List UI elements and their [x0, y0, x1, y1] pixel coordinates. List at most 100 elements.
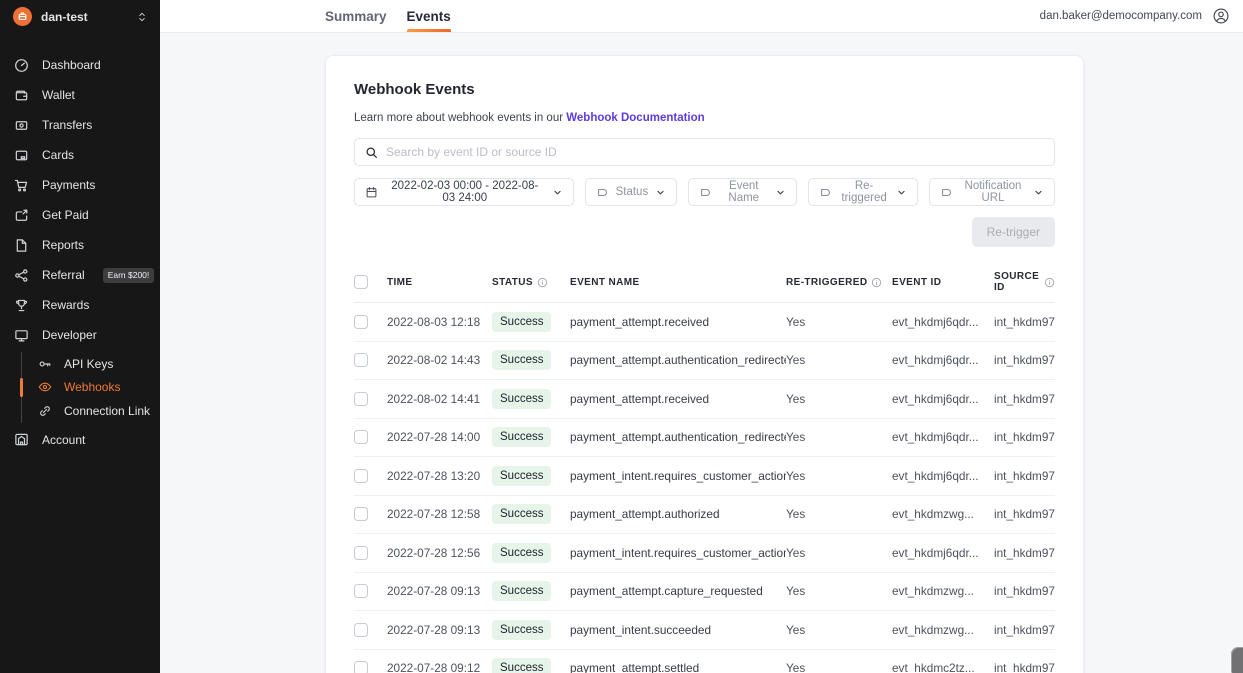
sidebar-item-reports[interactable]: Reports: [0, 230, 160, 260]
table-row[interactable]: 2022-07-28 12:58 Success payment_attempt…: [354, 496, 1055, 534]
row-checkbox[interactable]: [354, 430, 368, 445]
sidebar-item-cards[interactable]: Cards: [0, 140, 160, 170]
page-title: Webhook Events: [354, 81, 475, 98]
row-checkbox[interactable]: [354, 468, 368, 483]
cell-time: 2022-08-02 14:43: [387, 353, 481, 368]
row-checkbox[interactable]: [354, 622, 368, 637]
column-label: TIME: [387, 276, 413, 288]
org-avatar: [13, 7, 32, 26]
filter-notification-url[interactable]: Notification URL: [928, 178, 1056, 206]
sidebar-item-rewards[interactable]: Rewards: [0, 290, 160, 320]
sidebar-item-label: Rewards: [42, 298, 90, 312]
table-row[interactable]: 2022-07-28 09:13 Success payment_intent.…: [354, 611, 1055, 650]
filter-label: Notification URL: [964, 180, 1022, 204]
filter-re-triggered[interactable]: Re-triggered: [808, 178, 918, 206]
user-icon[interactable]: [1212, 7, 1230, 25]
table-row[interactable]: 2022-08-02 14:41 Success payment_attempt…: [354, 380, 1055, 419]
sidebar-item-get-paid[interactable]: Get Paid: [0, 200, 160, 230]
search-input[interactable]: [386, 145, 1044, 159]
table-row[interactable]: 2022-07-28 12:56 Success payment_intent.…: [354, 534, 1055, 573]
sidebar-item-account[interactable]: Account: [0, 425, 160, 455]
sidebar-item-referral[interactable]: Referral Earn $200!: [0, 260, 160, 290]
column-header-event-id[interactable]: EVENT ID: [892, 277, 994, 288]
tab-events[interactable]: Events: [406, 0, 452, 32]
sidebar-subitem-webhooks[interactable]: Webhooks: [20, 376, 160, 400]
table-header: TIME STATUS EVENT NAME RE-TRIGGERED EVEN…: [354, 262, 1055, 303]
filter-status[interactable]: Status: [584, 178, 678, 206]
tab-summary[interactable]: Summary: [325, 0, 387, 32]
filter-event-name[interactable]: Event Name: [688, 178, 798, 206]
table-row[interactable]: 2022-07-28 13:20 Success payment_intent.…: [354, 457, 1055, 496]
eye-icon: [38, 380, 54, 394]
cell-status: Success: [492, 504, 570, 525]
row-checkbox[interactable]: [354, 584, 368, 599]
sidebar-item-label: Wallet: [42, 88, 75, 102]
column-label: EVENT ID: [892, 276, 942, 288]
info-icon[interactable]: [871, 277, 882, 288]
cell-event-name: payment_attempt.authentication_redirecte…: [570, 353, 786, 368]
cell-time: 2022-07-28 09:13: [387, 622, 481, 637]
sidebar-subitem-connection-link[interactable]: Connection Link: [22, 399, 160, 423]
reports-icon: [14, 238, 30, 253]
header-checkbox-cell: [354, 275, 387, 289]
cell-source-id: int_hkdm97cm...: [994, 468, 1055, 483]
chat-widget-button[interactable]: [1231, 647, 1243, 673]
cell-time: 2022-08-03 12:18: [387, 314, 481, 329]
table-row[interactable]: 2022-07-28 14:00 Success payment_attempt…: [354, 419, 1055, 457]
row-checkbox[interactable]: [354, 314, 368, 329]
cell-source-id: int_hkdm97cm...: [994, 584, 1055, 599]
cell-event-id: evt_hkdmzwg...: [892, 507, 974, 522]
main-area: Summary Events dan.baker@democompany.com …: [160, 0, 1243, 673]
select-all-checkbox[interactable]: [354, 275, 368, 289]
filter-date-range[interactable]: 2022-02-03 00:00 - 2022-08-03 24:00: [354, 178, 574, 206]
column-header-re-triggered[interactable]: RE-TRIGGERED: [786, 277, 892, 288]
info-icon[interactable]: [537, 277, 548, 288]
cell-time: 2022-07-28 14:00: [387, 430, 481, 445]
sidebar-item-wallet[interactable]: Wallet: [0, 80, 160, 110]
sidebar-subitem-api-keys[interactable]: API Keys: [22, 352, 160, 376]
cell-time: 2022-07-28 13:20: [387, 468, 481, 483]
sidebar-item-transfers[interactable]: Transfers: [0, 110, 160, 140]
row-checkbox-cell: [354, 391, 387, 406]
column-header-event-name[interactable]: EVENT NAME: [570, 277, 786, 288]
webhook-events-card: Webhook Events Learn more about webhook …: [325, 55, 1084, 673]
cell-source-id: int_hkdm97cm...: [994, 661, 1055, 673]
re-trigger-button[interactable]: Re-trigger: [971, 217, 1055, 247]
cell-re-triggered: Yes: [786, 314, 806, 329]
tag-icon: [940, 186, 953, 199]
webhook-documentation-link[interactable]: Webhook Documentation: [566, 112, 704, 124]
info-icon[interactable]: [1044, 277, 1055, 288]
cell-source-id: int_hkdm97cm...: [994, 391, 1055, 406]
table-row[interactable]: 2022-07-28 09:12 Success payment_attempt…: [354, 650, 1055, 673]
table-row[interactable]: 2022-08-02 14:43 Success payment_attempt…: [354, 342, 1055, 380]
sidebar-item-payments[interactable]: Payments: [0, 170, 160, 200]
selector-icon: [136, 11, 148, 23]
cell-event-id: evt_hkdmj6qdr...: [892, 391, 979, 406]
column-header-source-id[interactable]: SOURCE ID: [994, 271, 1055, 293]
row-checkbox[interactable]: [354, 545, 368, 560]
cell-status: Success: [492, 619, 570, 640]
column-header-time[interactable]: TIME: [387, 277, 492, 288]
sidebar-item-developer[interactable]: Developer: [0, 320, 160, 350]
cell-re-triggered: Yes: [786, 584, 806, 599]
cell-event-name: payment_attempt.authentication_redirecte…: [570, 430, 786, 445]
cell-re-triggered: Yes: [786, 430, 806, 445]
sidebar-item-label: Transfers: [42, 118, 93, 132]
row-checkbox[interactable]: [354, 353, 368, 368]
row-checkbox[interactable]: [354, 391, 368, 406]
sidebar-item-dashboard[interactable]: Dashboard: [0, 50, 160, 80]
row-checkbox-cell: [354, 661, 387, 673]
row-checkbox[interactable]: [354, 507, 368, 522]
sidebar-subitem-label: Webhooks: [64, 380, 121, 395]
sidebar-nav: Dashboard Wallet Transfers Cards Payment…: [0, 50, 160, 455]
table-row[interactable]: 2022-08-03 12:18 Success payment_attempt…: [354, 303, 1055, 342]
rewards-icon: [14, 298, 30, 313]
column-header-status[interactable]: STATUS: [492, 277, 570, 288]
cell-source-id: int_hkdm97cm...: [994, 314, 1055, 329]
table-row[interactable]: 2022-07-28 09:13 Success payment_attempt…: [354, 573, 1055, 611]
org-switcher[interactable]: dan-test: [0, 0, 160, 33]
row-checkbox[interactable]: [354, 661, 368, 673]
row-checkbox-cell: [354, 430, 387, 445]
cell-status: Success: [492, 658, 570, 673]
cell-event-id: evt_hkdmzwg...: [892, 584, 974, 599]
